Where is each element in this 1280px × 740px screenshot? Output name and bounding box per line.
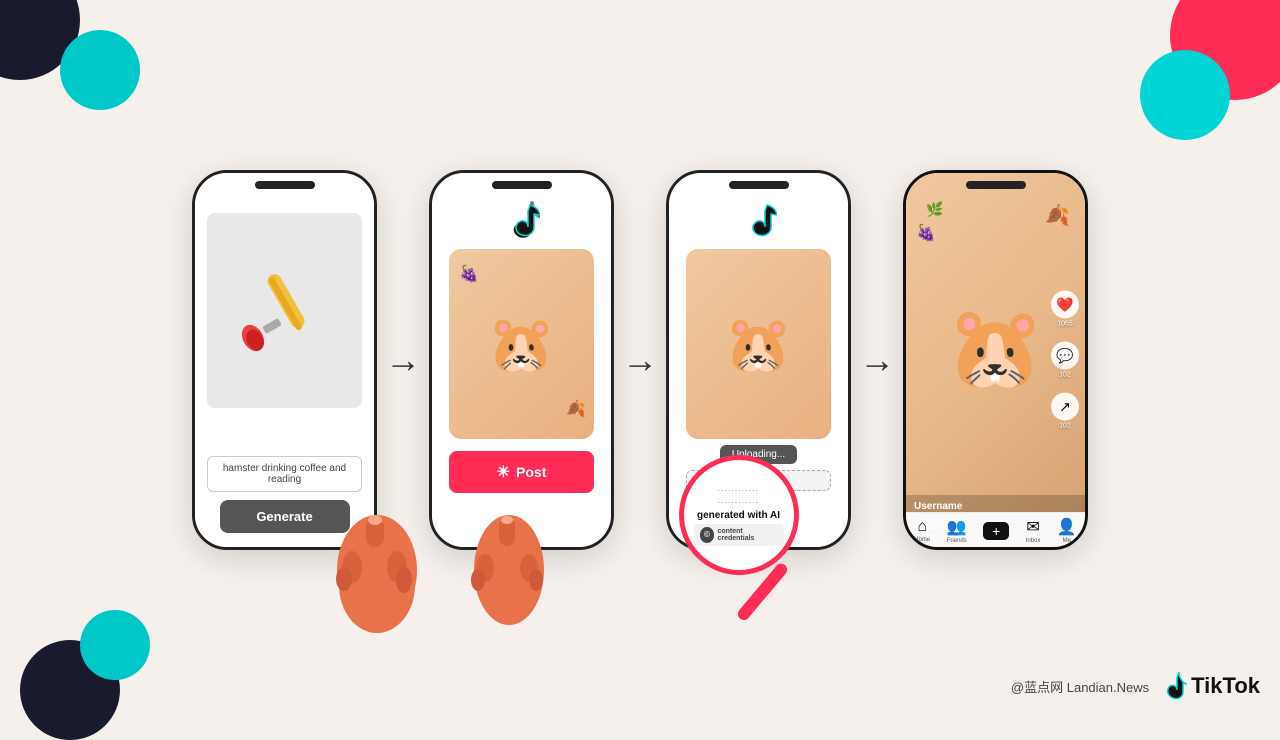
phone3-content: 🐹 Uploading... ............ — [669, 173, 848, 547]
hamster-image-p3: 🐹 — [686, 249, 831, 439]
nav-plus[interactable]: + — [983, 522, 1009, 540]
feed-heart-item[interactable]: ❤️ 1065 — [1051, 291, 1079, 328]
magnifier-handle — [735, 561, 789, 622]
tiktok-brand-logo — [1159, 670, 1187, 702]
phone1-wrapper: hamster drinking coffee and reading Gene… — [192, 170, 377, 550]
attribution: @蓝点网 Landian.News TikTok — [1011, 670, 1260, 702]
paintbrush-icon — [235, 266, 335, 356]
nav-me[interactable]: 👤 Me — [1057, 517, 1077, 544]
share-count: 102 — [1059, 423, 1071, 430]
phone1: hamster drinking coffee and reading Gene… — [192, 170, 377, 550]
hamster-emoji-p3: 🐹 — [724, 312, 792, 377]
feed-comment-item[interactable]: 💬 102 — [1051, 342, 1079, 379]
feed-leaf-1: 🍂 — [1045, 203, 1070, 228]
phone4-wrapper: 🐹 🍂 🍇 🌿 ❤️ 1065 💬 — [903, 170, 1088, 550]
feed-side-icons: ❤️ 1065 💬 102 ↗ 102 — [1051, 291, 1079, 430]
me-icon: 👤 — [1057, 517, 1077, 537]
phone2: 🍇 🍂 🐹 ✳ Post — [429, 170, 614, 550]
feed-leaf-3: 🌿 — [926, 201, 943, 218]
main-content: hamster drinking coffee and reading Gene… — [0, 0, 1280, 720]
heart-count: 1065 — [1057, 321, 1073, 328]
feed-username: Username — [914, 501, 1077, 512]
tiktok-note-icon — [504, 201, 540, 241]
post-button-label: Post — [516, 464, 546, 480]
inbox-icon: ✉ — [1026, 517, 1039, 537]
heart-icon: ❤️ — [1051, 291, 1079, 319]
share-icon: ↗ — [1051, 393, 1079, 421]
nav-friends-label: Friends — [947, 538, 967, 544]
phone3-wrapper: 🐹 Uploading... ............ ............… — [666, 170, 851, 550]
phone4-content: 🐹 🍂 🍇 🌿 ❤️ 1065 💬 — [906, 173, 1085, 547]
home-icon: ⌂ — [917, 518, 927, 536]
phone2-content: 🍇 🍂 🐹 ✳ Post — [432, 173, 611, 547]
plus-icon: + — [983, 522, 1009, 540]
post-button[interactable]: ✳ Post — [449, 451, 594, 493]
nav-friends[interactable]: 👥 Friends — [947, 517, 967, 544]
friends-icon: 👥 — [947, 517, 967, 537]
comment-icon: 💬 — [1051, 342, 1079, 370]
leaf-purple: 🍇 — [459, 264, 479, 284]
leaf-orange: 🍂 — [566, 399, 586, 419]
upload-status: Uploading... — [720, 445, 797, 464]
phone1-content: hamster drinking coffee and reading Gene… — [195, 173, 374, 547]
prompt-text: hamster drinking coffee and reading — [207, 456, 362, 492]
tiktok-logo-p2 — [504, 201, 540, 241]
arrow-3: → — [859, 339, 895, 381]
dots-text: ............ — [692, 476, 825, 483]
arrow-2: → — [622, 339, 658, 381]
feed-hamster-emoji: 🐹 — [946, 301, 1046, 395]
hamster-emoji: 🐹 — [487, 312, 555, 377]
tiktok-brand: TikTok — [1159, 670, 1260, 702]
credentials-area: ............ — [686, 470, 831, 491]
phones-row: hamster drinking coffee and reading Gene… — [20, 170, 1260, 550]
tiktok-brand-name: TikTok — [1191, 673, 1260, 699]
feed-leaf-2: 🍇 — [916, 223, 936, 243]
phone2-wrapper: 🍇 🍂 🐹 ✳ Post — [429, 170, 614, 550]
feed-share-item[interactable]: ↗ 102 — [1051, 393, 1079, 430]
ai-canvas — [207, 213, 362, 408]
tiktok-logo-p3 — [741, 201, 777, 241]
nav-home-label: Home — [914, 537, 930, 543]
feed-bottom-nav: ⌂ Home 👥 Friends + ✉ Inbox — [906, 512, 1085, 547]
nav-inbox[interactable]: ✉ Inbox — [1026, 517, 1041, 544]
landian-handle: @蓝点网 Landian.News — [1011, 677, 1149, 696]
generate-button[interactable]: Generate — [220, 500, 350, 533]
post-star-icon: ✳ — [497, 462, 510, 482]
arrow-1: → — [385, 339, 421, 381]
phone3: 🐹 Uploading... ............ — [666, 170, 851, 550]
comment-count: 102 — [1059, 372, 1071, 379]
phone4: 🐹 🍂 🍇 🌿 ❤️ 1065 💬 — [903, 170, 1088, 550]
nav-me-label: Me — [1063, 538, 1071, 544]
hamster-image-p2: 🍇 🍂 🐹 — [449, 249, 594, 439]
nav-home[interactable]: ⌂ Home — [914, 518, 930, 543]
nav-inbox-label: Inbox — [1026, 538, 1041, 544]
tiktok-note-icon-p3 — [741, 201, 777, 241]
